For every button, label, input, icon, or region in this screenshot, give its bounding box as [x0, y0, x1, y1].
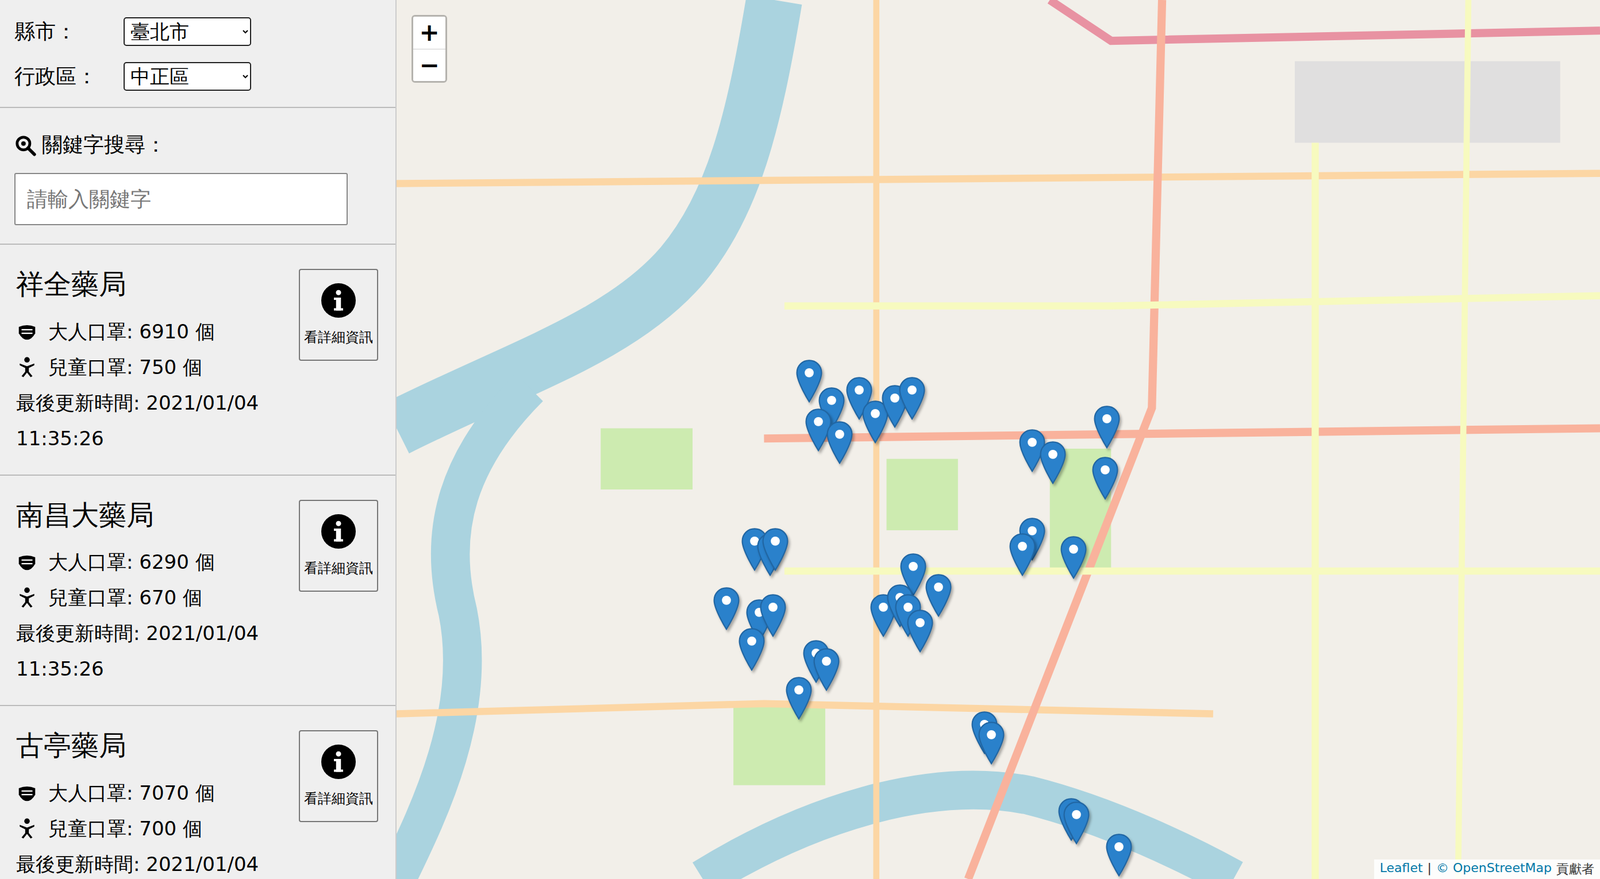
filter-select[interactable]: 中正區	[123, 62, 252, 91]
pharmacy-info: 南昌大藥局 大人口罩: 6290 個 兒童口罩: 670 個 最後更新時間: 2…	[16, 498, 299, 688]
filters: 縣市： 臺北市行政區： 中正區	[0, 0, 396, 109]
filter-select[interactable]: 臺北市	[123, 17, 252, 46]
detail-button[interactable]: 看詳細資訊	[298, 268, 379, 361]
search-label-text: 關鍵字搜尋：	[41, 131, 167, 160]
zoom-in-button[interactable]: +	[413, 16, 446, 49]
pharmacy-pin[interactable]	[1063, 801, 1090, 845]
pharmacy-card: 南昌大藥局 大人口罩: 6290 個 兒童口罩: 670 個 最後更新時間: 2…	[0, 475, 396, 707]
child-icon	[16, 356, 38, 379]
adult-mask-count: 大人口罩: 6910 個	[16, 313, 299, 350]
mask-icon	[16, 320, 38, 343]
pharmacy-pin[interactable]	[785, 677, 813, 721]
search-input[interactable]	[14, 172, 348, 226]
detail-button[interactable]: 看詳細資訊	[298, 730, 379, 823]
detail-button-label: 看詳細資訊	[304, 789, 373, 809]
pharmacy-pin[interactable]	[1039, 441, 1067, 485]
pharmacy-card: 古亭藥局 大人口罩: 7070 個 兒童口罩: 700 個 最後更新時間: 20…	[0, 706, 396, 879]
adult-mask-count: 大人口罩: 7070 個	[16, 775, 299, 811]
pharmacy-pin[interactable]	[1060, 536, 1087, 580]
attribution: Leaflet | © OpenStreetMap 貢獻者	[1374, 859, 1600, 879]
detail-button-label: 看詳細資訊	[304, 559, 373, 578]
child-icon	[16, 817, 38, 840]
updated-time: 最後更新時間: 2021/01/04 11:35:26	[16, 615, 299, 687]
filter-row: 行政區： 中正區	[14, 62, 382, 91]
pharmacy-pin[interactable]	[978, 721, 1005, 765]
pharmacy-name: 古亭藥局	[16, 729, 299, 763]
info-icon	[321, 514, 356, 549]
pharmacy-pin[interactable]	[738, 628, 765, 672]
pharmacy-pin[interactable]	[762, 528, 789, 572]
zoom-control: + −	[411, 14, 448, 83]
child-mask-count: 兒童口罩: 700 個	[16, 810, 299, 847]
pharmacy-card: 祥全藥局 大人口罩: 6910 個 兒童口罩: 750 個 最後更新時間: 20…	[0, 244, 396, 476]
pharmacy-name: 祥全藥局	[16, 267, 299, 302]
adult-mask-count: 大人口罩: 6290 個	[16, 544, 299, 580]
pharmacy-pin[interactable]	[906, 609, 934, 653]
detail-button[interactable]: 看詳細資訊	[298, 500, 379, 592]
info-icon	[321, 744, 356, 780]
pharmacy-pin[interactable]	[826, 421, 853, 465]
pharmacy-pin[interactable]	[898, 377, 926, 421]
filter-label: 行政區：	[14, 62, 124, 91]
pharmacy-pin[interactable]	[713, 587, 740, 631]
pharmacy-info: 祥全藥局 大人口罩: 6910 個 兒童口罩: 750 個 最後更新時間: 20…	[16, 267, 299, 457]
sidebar: 縣市： 臺北市行政區： 中正區 關鍵字搜尋： 祥全藥局 大人口罩: 6910 個…	[0, 0, 397, 879]
filter-row: 縣市： 臺北市	[14, 17, 382, 46]
attribution-suffix: 貢獻者	[1556, 860, 1595, 879]
info-icon	[321, 283, 356, 318]
child-mask-count: 兒童口罩: 670 個	[16, 579, 299, 616]
detail-button-label: 看詳細資訊	[304, 328, 373, 347]
pharmacy-pin[interactable]	[1009, 533, 1036, 577]
pharmacy-pin[interactable]	[795, 359, 823, 403]
pharmacy-pin[interactable]	[1091, 456, 1119, 500]
updated-time: 最後更新時間: 2021/01/04 11:35:26	[16, 846, 299, 879]
pharmacy-pin[interactable]	[813, 648, 840, 692]
page: 縣市： 臺北市行政區： 中正區 關鍵字搜尋： 祥全藥局 大人口罩: 6910 個…	[0, 0, 1600, 879]
map[interactable]: + − Leaflet | © OpenStreetMap 貢獻者	[396, 0, 1600, 879]
filter-label: 縣市：	[14, 17, 124, 46]
magnifier-icon	[14, 134, 37, 157]
osm-link[interactable]: © OpenStreetMap	[1436, 860, 1552, 879]
child-icon	[16, 586, 38, 609]
search: 關鍵字搜尋：	[0, 108, 396, 245]
leaflet-link[interactable]: Leaflet	[1379, 860, 1423, 879]
pharmacy-name: 南昌大藥局	[16, 498, 299, 533]
pharmacy-pin[interactable]	[759, 594, 787, 638]
child-mask-count: 兒童口罩: 750 個	[16, 349, 299, 386]
mask-icon	[16, 551, 38, 573]
updated-time: 最後更新時間: 2021/01/04 11:35:26	[16, 385, 299, 457]
pharmacy-pin[interactable]	[1093, 405, 1121, 449]
pharmacy-pin[interactable]	[1105, 833, 1133, 878]
mask-icon	[16, 782, 38, 805]
pharmacy-pin[interactable]	[925, 574, 952, 618]
zoom-out-button[interactable]: −	[413, 48, 446, 82]
attribution-separator: |	[1427, 860, 1432, 879]
pharmacy-info: 古亭藥局 大人口罩: 7070 個 兒童口罩: 700 個 最後更新時間: 20…	[16, 729, 299, 879]
search-label: 關鍵字搜尋：	[14, 131, 382, 160]
